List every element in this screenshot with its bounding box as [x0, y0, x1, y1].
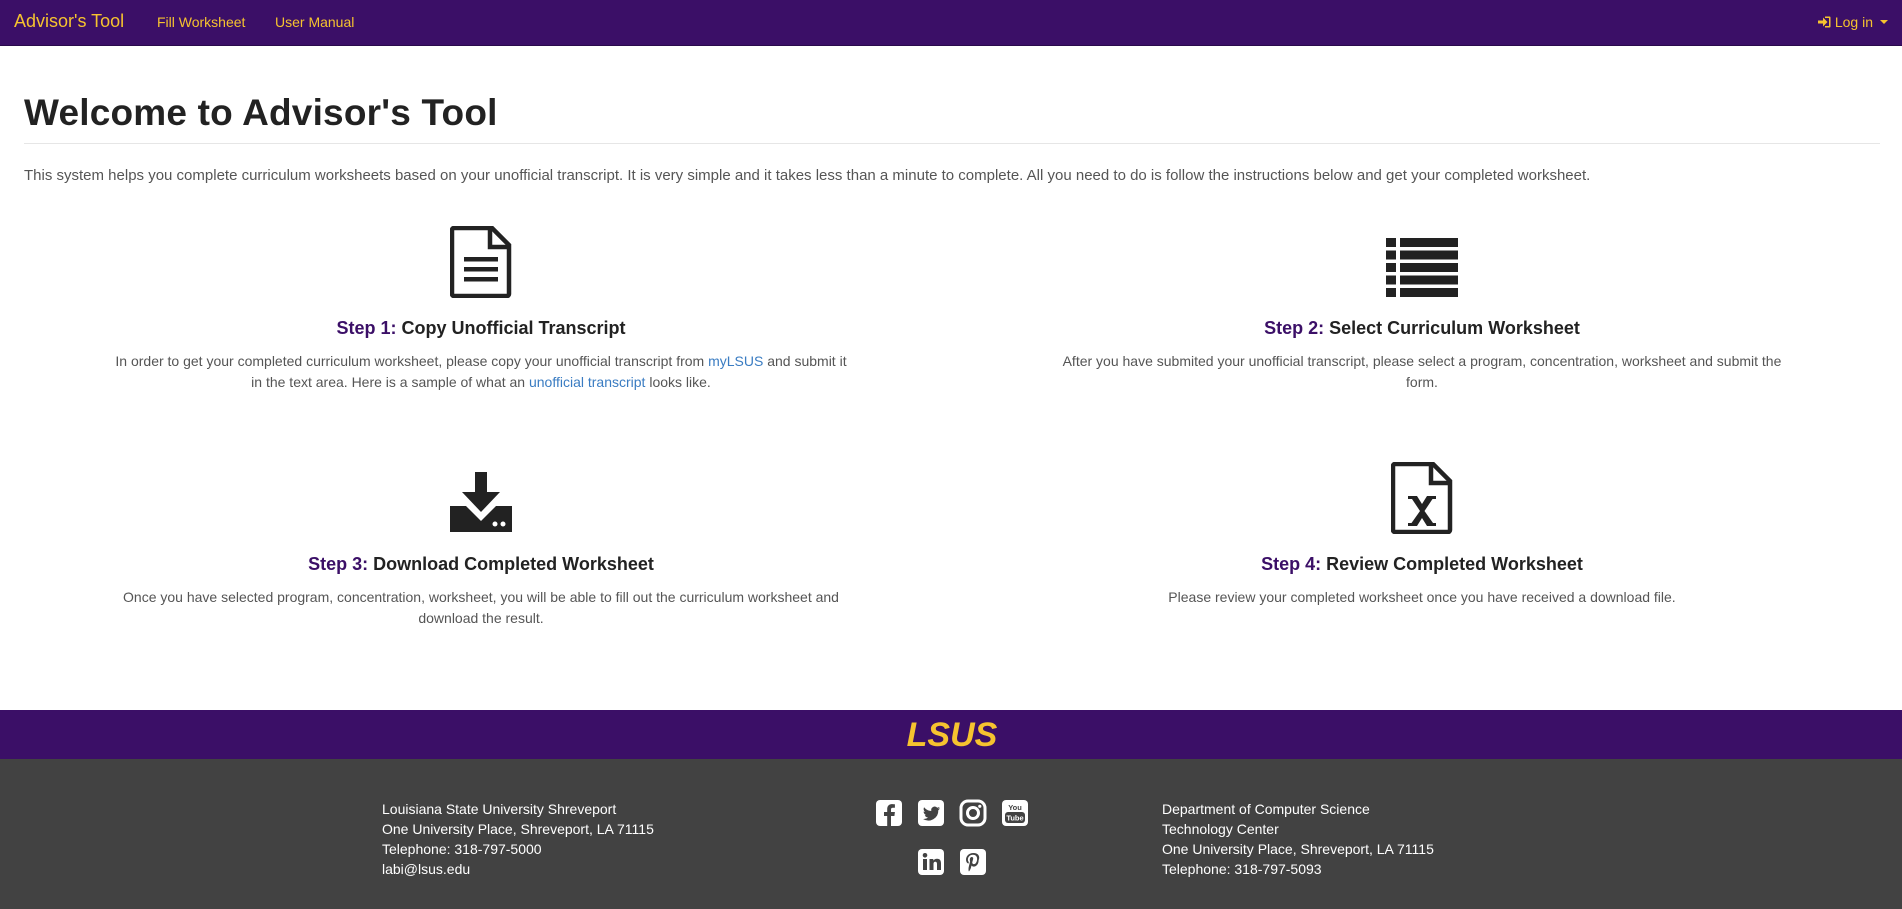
intro-text: This system helps you complete curriculu… [24, 167, 1591, 184]
step-4-title: Review Completed Worksheet [1326, 554, 1583, 574]
step-2: Step 2: Select Curriculum Worksheet Afte… [1052, 226, 1792, 393]
download-icon [450, 472, 512, 532]
page-title: Welcome to Advisor's Tool [24, 92, 498, 133]
step-1-heading: Step 1: Copy Unofficial Transcript [111, 318, 851, 339]
caret-down-icon [1880, 20, 1888, 24]
file-text-icon [450, 226, 512, 298]
step-3-description: Once you have selected program, concentr… [123, 589, 839, 626]
step-2-title: Select Curriculum Worksheet [1329, 318, 1580, 338]
brand-link[interactable]: Advisor's Tool [14, 11, 124, 32]
login-dropdown[interactable]: Log in [1817, 14, 1888, 30]
lsus-logo-text: LSUS [907, 716, 998, 752]
mylsus-link[interactable]: myLSUS [708, 353, 763, 369]
step-3-title: Download Completed Worksheet [373, 554, 654, 574]
linkedin-icon[interactable] [916, 847, 946, 877]
footer [0, 759, 1902, 909]
step-3-heading: Step 3: Download Completed Worksheet [111, 554, 851, 575]
step-4-number: Step 4: [1261, 554, 1322, 574]
nav-fill-worksheet[interactable]: Fill Worksheet [157, 14, 245, 30]
step-1-title: Copy Unofficial Transcript [401, 318, 626, 338]
step-3: Step 3: Download Completed Worksheet Onc… [111, 462, 851, 629]
step-2-heading: Step 2: Select Curriculum Worksheet [1052, 318, 1792, 339]
footer-department-info: Department of Computer Science Technolog… [1162, 799, 1434, 879]
footer-university-phone: Telephone: 318-797-5000 [382, 841, 542, 857]
top-navbar: Advisor's Tool Fill Worksheet User Manua… [0, 0, 1902, 46]
instagram-icon[interactable] [958, 798, 988, 828]
excel-file-icon [1391, 462, 1453, 534]
nav-user-manual[interactable]: User Manual [275, 14, 354, 30]
svg-text:You: You [1008, 803, 1022, 812]
footer-university-address: One University Place, Shreveport, LA 711… [382, 821, 654, 837]
svg-text:Tube: Tube [1006, 814, 1023, 823]
step-4: Step 4: Review Completed Worksheet Pleas… [1052, 462, 1792, 608]
step-1-text-c: looks like. [645, 374, 711, 390]
footer-department-building: Technology Center [1162, 821, 1279, 837]
footer-department-address: One University Place, Shreveport, LA 711… [1162, 841, 1434, 857]
lsus-logo[interactable]: LSUS [896, 716, 1008, 752]
step-4-description: Please review your completed worksheet o… [1168, 589, 1676, 605]
login-label: Log in [1834, 14, 1873, 30]
step-1: Step 1: Copy Unofficial Transcript In or… [111, 226, 851, 393]
footer-department-phone: Telephone: 318-797-5093 [1162, 861, 1322, 877]
step-2-number: Step 2: [1264, 318, 1325, 338]
footer-email-link[interactable]: labi@lsus.edu [382, 859, 654, 879]
youtube-icon[interactable]: You Tube [1000, 798, 1030, 828]
step-1-description: In order to get your completed curriculu… [111, 351, 851, 393]
step-4-heading: Step 4: Review Completed Worksheet [1052, 554, 1792, 575]
pinterest-icon[interactable] [958, 847, 988, 877]
step-1-text-a: In order to get your completed curriculu… [115, 353, 709, 369]
step-3-number: Step 3: [308, 554, 369, 574]
unofficial-transcript-link[interactable]: unofficial transcript [529, 374, 645, 390]
sign-in-icon [1817, 16, 1831, 28]
step-2-description: After you have submited your unofficial … [1062, 353, 1782, 390]
step-1-number: Step 1: [336, 318, 397, 338]
footer-university-info: Louisiana State University Shreveport On… [382, 799, 654, 879]
twitter-icon[interactable] [916, 798, 946, 828]
title-divider [24, 143, 1880, 144]
footer-university-name: Louisiana State University Shreveport [382, 801, 617, 817]
list-icon [1386, 238, 1458, 297]
footer-department-name: Department of Computer Science [1162, 801, 1370, 817]
facebook-icon[interactable] [874, 798, 904, 828]
